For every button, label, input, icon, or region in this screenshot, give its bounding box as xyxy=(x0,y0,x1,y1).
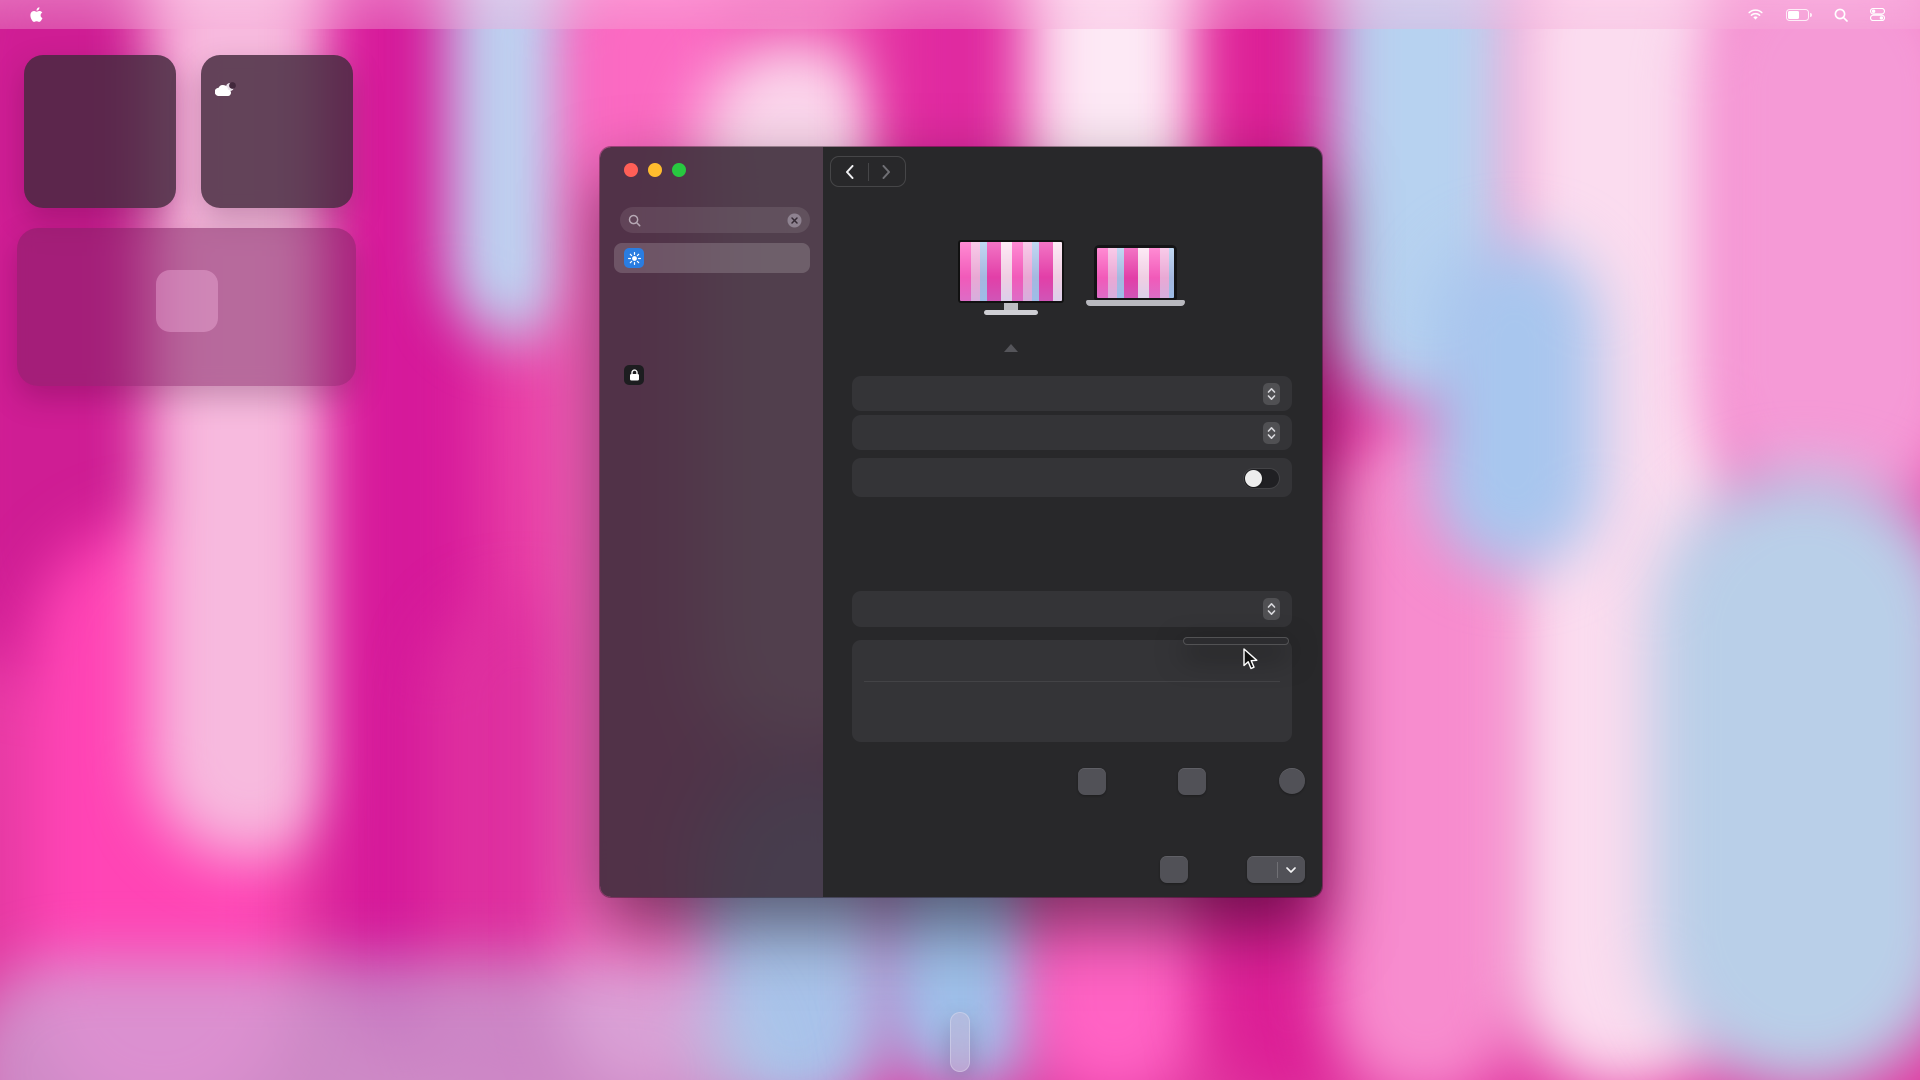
colour-profile-popup[interactable] xyxy=(1256,598,1280,620)
arrange-button[interactable] xyxy=(1160,856,1188,883)
back-button[interactable] xyxy=(831,157,868,186)
refresh-tv-group xyxy=(852,640,1292,742)
wifi-icon[interactable] xyxy=(1740,0,1771,29)
stepper-icon xyxy=(1263,422,1280,444)
use-as-group xyxy=(852,376,1292,411)
night-shift-button[interactable] xyxy=(1178,768,1206,795)
close-button[interactable] xyxy=(624,163,638,177)
optimise-for-popup[interactable] xyxy=(1256,422,1280,444)
monitor-stand xyxy=(1004,303,1018,310)
use-as-popup[interactable] xyxy=(1256,383,1280,405)
displays-pane xyxy=(823,147,1322,897)
menu-help[interactable] xyxy=(142,0,164,29)
nav-buttons xyxy=(830,156,906,187)
photos-flower-icon xyxy=(156,270,218,332)
lock-icon xyxy=(624,365,644,385)
add-display-menu-button[interactable] xyxy=(1278,867,1305,873)
tv-row xyxy=(852,682,1292,704)
display-thumbnail-external[interactable] xyxy=(958,240,1064,303)
mouse-cursor xyxy=(1241,648,1261,670)
dock xyxy=(950,1012,970,1072)
menu-bar xyxy=(0,0,1920,29)
sidebar xyxy=(600,147,823,897)
battery-icon[interactable] xyxy=(1779,0,1819,29)
laptop-deck xyxy=(1086,300,1185,306)
optimise-for-group xyxy=(852,415,1292,450)
window-controls xyxy=(624,163,686,177)
weather-widget[interactable] xyxy=(201,55,353,208)
show-all-resolutions-toggle[interactable] xyxy=(1243,468,1280,489)
refresh-rate-dropdown xyxy=(1183,637,1289,645)
sidebar-item-lock-screen[interactable] xyxy=(614,360,810,390)
stepper-icon xyxy=(1263,598,1280,620)
chevron-left-icon xyxy=(845,165,854,179)
apple-menu[interactable] xyxy=(18,0,54,29)
menu-view[interactable] xyxy=(98,0,120,29)
add-display-split-button xyxy=(1247,856,1305,883)
system-settings-window xyxy=(600,147,1322,897)
control-center-icon[interactable] xyxy=(1863,0,1892,29)
apple-icon xyxy=(29,7,43,23)
selected-display-caret xyxy=(1004,344,1018,352)
desktop xyxy=(0,0,1920,1080)
sidebar-item-displays[interactable] xyxy=(614,243,810,273)
advanced-button[interactable] xyxy=(1078,768,1106,795)
spotlight-search-icon[interactable] xyxy=(1827,0,1855,29)
clear-circle-icon[interactable] xyxy=(787,213,802,228)
colour-profile-group xyxy=(852,591,1292,627)
forward-button[interactable] xyxy=(869,157,906,186)
monitor-base xyxy=(984,310,1038,315)
help-button[interactable] xyxy=(1279,768,1305,794)
display-thumbnail-builtin[interactable] xyxy=(1094,245,1177,300)
displays-sun-icon xyxy=(624,248,644,268)
resolution-list xyxy=(852,458,1292,466)
menu-window[interactable] xyxy=(120,0,142,29)
menu-edit[interactable] xyxy=(76,0,98,29)
menu-app-name[interactable] xyxy=(54,0,76,29)
search-field[interactable] xyxy=(620,207,810,233)
calendar-widget[interactable] xyxy=(24,55,176,208)
photos-widget[interactable] xyxy=(17,228,356,386)
chevron-down-icon xyxy=(1286,867,1296,873)
partly-cloudy-night-icon xyxy=(215,82,339,102)
stepper-icon xyxy=(1263,383,1280,405)
minimize-button[interactable] xyxy=(648,163,662,177)
chevron-right-icon xyxy=(882,165,891,179)
zoom-button[interactable] xyxy=(672,163,686,177)
magnifier-icon xyxy=(628,214,641,227)
resolution-group xyxy=(852,458,1292,497)
